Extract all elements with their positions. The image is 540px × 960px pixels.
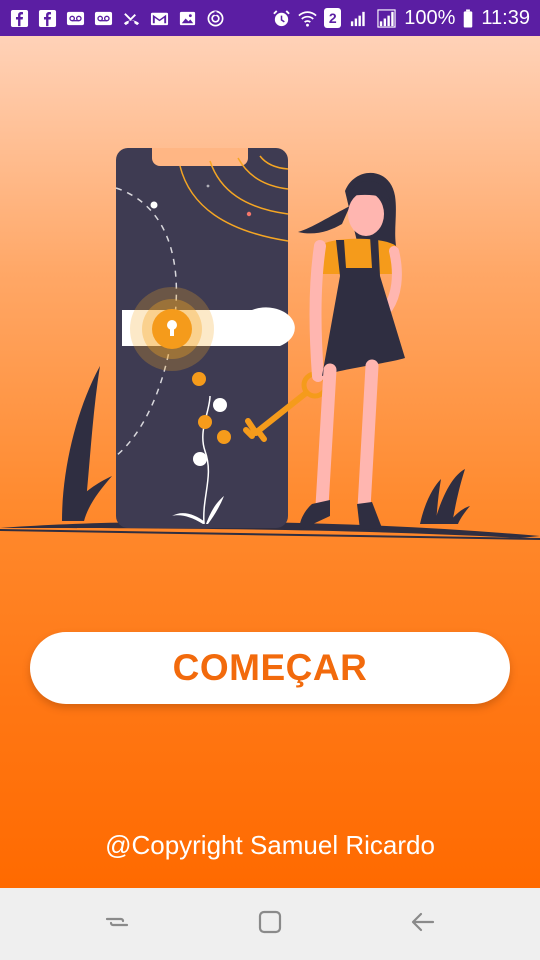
navigation-bar [0,888,540,960]
sync-icon [206,9,225,28]
start-button[interactable]: COMEÇAR [30,632,510,704]
signal-icon [348,9,369,28]
notification-icons [10,9,225,28]
back-button[interactable] [393,894,453,954]
gmail-icon [150,9,169,28]
gallery-icon [178,9,197,28]
signal-icon [376,8,397,28]
home-icon [256,908,284,940]
recents-icon [103,908,131,940]
clock: 11:39 [481,7,530,29]
sim-badge-label: 2 [328,10,337,26]
status-bar: 2 100% 11:39 [0,0,540,36]
copyright-text: @Copyright Samuel Ricardo [105,830,435,860]
wifi-icon [298,9,317,28]
voicemail-icon [94,9,113,28]
sim-2-icon: 2 [324,8,342,28]
system-icons: 2 100% 11:39 [272,8,530,28]
facebook-icon [38,9,57,28]
recents-button[interactable] [87,894,147,954]
start-button-label: COMEÇAR [172,647,368,688]
phone-notch [152,148,248,166]
voicemail-icon [66,9,85,28]
battery-percentage: 100% [404,7,456,29]
home-button[interactable] [240,894,300,954]
facebook-icon [10,9,29,28]
back-icon [409,908,437,940]
missed-call-icon [122,9,141,28]
alarm-icon [272,9,291,28]
unlock-illustration [0,148,540,540]
welcome-screen: COMEÇAR @Copyright Samuel Ricardo [0,36,540,888]
battery-icon [462,8,474,28]
